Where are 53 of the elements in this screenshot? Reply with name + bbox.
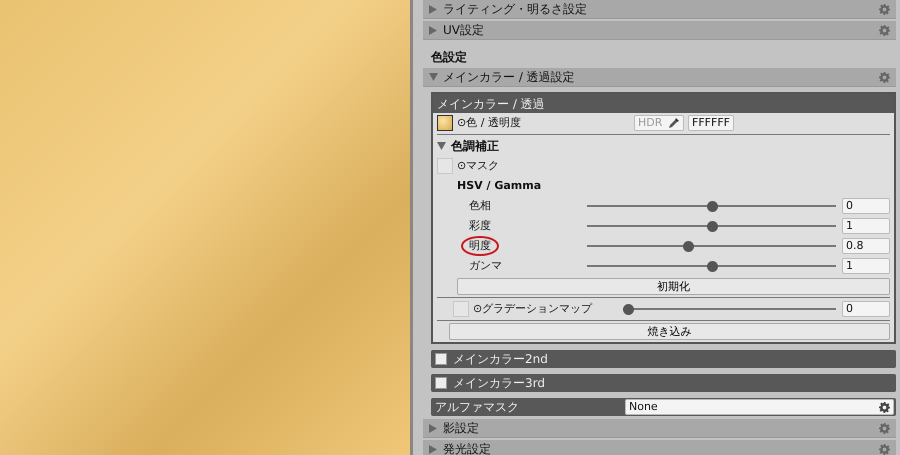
number-field[interactable]: 1 (842, 258, 890, 274)
number-field[interactable]: 0 (842, 198, 890, 214)
section-title: 発光設定 (443, 441, 491, 455)
field-label: ⊙グラデーションマップ (473, 300, 592, 317)
foldout-header[interactable]: UV設定 (423, 21, 896, 40)
slider-thumb[interactable] (706, 200, 718, 212)
number-field[interactable]: 1 (842, 218, 890, 234)
field-label: ガンマ (468, 258, 502, 274)
disclosure-triangle-icon[interactable] (429, 4, 437, 14)
field-label: 色相 (468, 198, 491, 214)
slider-thumb[interactable] (706, 260, 718, 272)
field-label: 彩度 (468, 218, 491, 234)
hdr-label: HDR (638, 114, 664, 131)
section-header[interactable]: メインカラー2nd (431, 350, 896, 368)
slider-thumb[interactable] (623, 304, 634, 314)
foldout-header[interactable]: 発光設定 (423, 440, 896, 455)
group-title: 色設定 (430, 49, 468, 66)
foldout-header[interactable]: 影設定 (423, 419, 896, 438)
foldout-header[interactable]: メインカラー / 透過設定 (423, 68, 896, 87)
section-title: メインカラー2nd (453, 351, 548, 368)
disclosure-triangle-icon[interactable] (429, 73, 438, 81)
number-field[interactable]: 0 (842, 301, 890, 317)
disclosure-triangle-icon[interactable] (437, 142, 446, 150)
section-title: メインカラー3rd (453, 375, 545, 392)
color-swatch[interactable] (437, 115, 453, 131)
checkbox[interactable] (435, 377, 447, 389)
field-label: ⊙マスク (457, 158, 500, 174)
section-title: ライティング・明るさ設定 (443, 1, 587, 18)
field-label: ⊙色 / 透明度 (457, 114, 521, 131)
circled-label: 明度 (461, 236, 499, 256)
section-header[interactable]: メインカラー3rd (431, 374, 896, 392)
section-title: UV設定 (443, 22, 484, 39)
field-value: None (629, 398, 658, 415)
panel-title: メインカラー / 透過 (437, 96, 545, 112)
slider-thumb[interactable] (682, 240, 694, 252)
bake-button[interactable]: 焼き込み (449, 322, 890, 340)
disclosure-triangle-icon[interactable] (429, 444, 437, 454)
disclosure-triangle-icon[interactable] (429, 26, 437, 34)
section-title: メインカラー / 透過設定 (443, 69, 575, 86)
subsection-title: HSV / Gamma (457, 178, 542, 194)
checkbox[interactable] (435, 353, 447, 365)
section-title: 影設定 (443, 420, 479, 437)
texture-field[interactable]: None (625, 399, 894, 415)
eyedropper-icon[interactable] (668, 117, 680, 129)
slider-thumb[interactable] (706, 220, 718, 232)
disclosure-triangle-icon[interactable] (429, 424, 437, 432)
hex-field[interactable]: FFFFFF (688, 115, 734, 131)
field-label: アルファマスク (435, 399, 520, 416)
number-field[interactable]: 0.8 (842, 238, 890, 254)
settings-icon[interactable] (879, 402, 890, 412)
reset-button[interactable]: 初期化 (457, 278, 890, 294)
foldout-header[interactable]: ライティング・明るさ設定 (423, 0, 896, 19)
subsection-title: 色調補正 (451, 138, 499, 155)
